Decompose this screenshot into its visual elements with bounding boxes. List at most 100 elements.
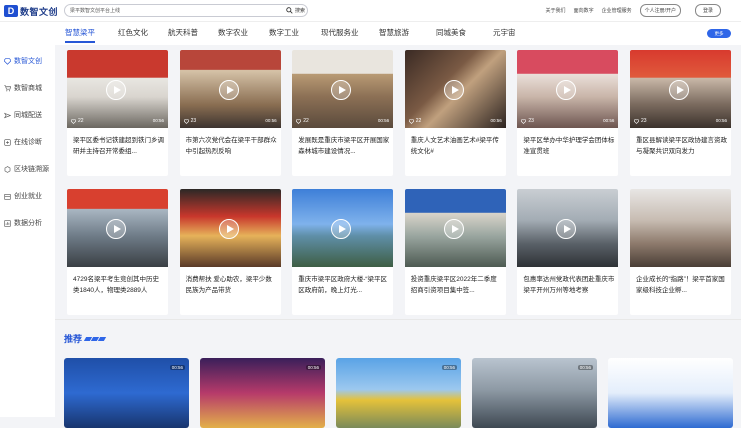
sidebar-item-label: 区块链溯源 [14, 166, 49, 173]
video-card[interactable]: 包惠率达州党政代表团赴重庆市梁平开州万州等地考察 [517, 189, 619, 315]
like-count: 23 [183, 118, 197, 124]
video-duration: 00:56 [715, 118, 727, 123]
video-title: 包惠率达州党政代表团赴重庆市梁平开州万州等地考察 [523, 276, 615, 294]
login-button[interactable]: 登录 [694, 4, 721, 17]
link-digital[interactable]: 面向数字 [574, 7, 594, 14]
video-title: 消费帮扶 爱心助农，梁平少数民族为产品带货 [185, 276, 272, 294]
tab-digital-agriculture[interactable]: 数字农业 [218, 27, 248, 38]
video-grid-row-2: 4729名梁平考生竞创其中历史类1840人，物理类2889人 消费帮扶 爱心助农… [67, 189, 731, 315]
recommend-card[interactable]: 00:56 [64, 358, 189, 428]
recommend-card[interactable]: 00:56 [472, 358, 597, 428]
video-thumbnail [629, 189, 731, 267]
search-button-label: 搜索 [294, 8, 305, 14]
recommend-card[interactable] [608, 358, 733, 428]
stethoscope-icon [4, 138, 11, 146]
link-enterprise[interactable]: 企业管理服务 [602, 7, 632, 14]
sidebar-item-analytics[interactable]: 数据分析 [0, 217, 55, 229]
sidebar-item-employment[interactable]: 创业就业 [0, 190, 55, 202]
video-card[interactable]: 23 00:56 梁平区举办中华护理学会团体标准宣贯班 [517, 50, 619, 176]
tab-red-culture[interactable]: 红色文化 [118, 27, 148, 38]
video-title: 梁平区委书记铁建超到铁门乡调研并主持召开常委组... [73, 137, 164, 155]
like-count: 22 [71, 118, 84, 124]
video-duration: 00:56 [577, 365, 593, 370]
tab-local-food[interactable]: 同城美食 [436, 27, 466, 38]
like-count: 22 [408, 118, 422, 124]
play-icon [443, 219, 464, 239]
sidebar: 数智文创 数智商城 同城配送 在线诊断 区块链溯源 创业就业 数据分析 [0, 22, 55, 417]
top-links: 关于我们 面向数字 企业管理服务 个人注册/开户 登录 [546, 4, 721, 17]
section-divider [55, 319, 741, 320]
gem-icon [4, 57, 11, 65]
like-count: 23 [633, 118, 647, 124]
video-duration: 00:56 [265, 118, 277, 123]
video-duration: 00:56 [305, 365, 321, 370]
search-input[interactable] [70, 5, 280, 16]
play-icon [443, 80, 464, 100]
chart-icon [4, 219, 11, 227]
video-grid-row-1: 22 00:56 梁平区委书记铁建超到铁门乡调研并主持召开常委组... 23 0… [67, 50, 731, 176]
like-count-value: 22 [78, 118, 84, 124]
recommend-heading: 推荐 [64, 332, 107, 345]
video-title: 投资重庆梁平区2022年二季度招商引资项目集中签... [410, 276, 497, 294]
like-count-value: 23 [640, 118, 647, 124]
tab-modern-services[interactable]: 现代服务业 [321, 27, 359, 38]
like-count-value: 23 [190, 118, 197, 124]
play-icon [106, 219, 126, 239]
sidebar-item-label: 在线诊断 [14, 139, 42, 146]
tab-metaverse[interactable]: 元宇宙 [493, 27, 516, 38]
link-about[interactable]: 关于我们 [546, 7, 566, 14]
tab-digital-industry[interactable]: 数字工业 [269, 27, 299, 38]
sidebar-item-label: 创业就业 [14, 193, 42, 200]
top-bar: D 数智文创 搜索 关于我们 面向数字 企业管理服务 个人注册/开户 登录 [0, 0, 741, 22]
heart-icon [71, 118, 76, 124]
sidebar-item-delivery[interactable]: 同城配送 [0, 109, 55, 121]
video-card[interactable]: 投资重庆梁平区2022年二季度招商引资项目集中签... [404, 189, 506, 315]
heart-icon [633, 118, 639, 124]
logo[interactable]: D 数智文创 [4, 4, 58, 18]
play-icon [106, 80, 126, 100]
logo-text: 数智文创 [20, 6, 59, 17]
video-card[interactable]: 23 00:56 市第六次党代会在梁平干部群众中引起热烈反响 [179, 50, 281, 176]
video-card[interactable]: 消费帮扶 爱心助农，梁平少数民族为产品带货 [179, 189, 281, 315]
sidebar-item-label: 数据分析 [14, 220, 42, 227]
register-button[interactable]: 个人注册/开户 [639, 4, 681, 17]
sidebar-item-label: 同城配送 [14, 112, 42, 119]
video-card[interactable]: 重庆市梁平区政府大楼-“梁平区区政府前，晚上灯光... [292, 189, 394, 315]
search-box: 搜索 [64, 4, 308, 17]
heart-icon [296, 118, 302, 124]
sidebar-item-mall[interactable]: 数智商城 [0, 82, 55, 94]
video-title: 4729名梁平考生竞创其中历史类1840人，物理类2889人 [73, 276, 159, 294]
video-title: 梁平区举办中华护理学会团体标准宣贯班 [523, 137, 615, 155]
stripes-icon [83, 336, 107, 341]
play-icon [668, 80, 689, 100]
recommend-card[interactable]: 00:56 [200, 358, 325, 428]
sidebar-item-diagnosis[interactable]: 在线诊断 [0, 136, 55, 148]
search-button[interactable]: 搜索 [286, 5, 305, 16]
like-count-value: 22 [303, 118, 309, 124]
sidebar-item-culture[interactable]: 数智文创 [0, 55, 55, 67]
like-count: 22 [296, 118, 309, 124]
blockchain-icon [4, 165, 11, 173]
tab-smart-liangping[interactable]: 智慧梁平 [65, 27, 95, 43]
video-card[interactable]: 22 00:56 梁平区委书记铁建超到铁门乡调研并主持召开常委组... [67, 50, 168, 176]
video-card[interactable]: 22 00:56 重庆人文艺术油画艺术#梁平传统文化# [404, 50, 506, 176]
like-count-value: 22 [415, 118, 422, 124]
video-card[interactable]: 企业成长的“指路”！梁平首家国家级科技企业孵... [629, 189, 731, 315]
play-icon [218, 80, 239, 100]
recommend-card[interactable]: 00:56 [336, 358, 461, 428]
sidebar-item-label: 数智文创 [14, 58, 42, 65]
video-duration: 00:56 [169, 365, 185, 370]
video-title: 重庆市梁平区政府大楼-“梁平区区政府前，晚上灯光... [298, 276, 388, 294]
video-card[interactable]: 22 00:56 发展既是重庆市梁平区开展国家森林城市建设情况... [292, 50, 394, 176]
play-icon [218, 219, 239, 239]
video-card[interactable]: 4729名梁平考生竞创其中历史类1840人，物理类2889人 [67, 189, 168, 315]
like-count-value: 23 [528, 118, 534, 124]
search-icon [286, 7, 293, 14]
video-card[interactable]: 23 00:56 重区县解读梁平区政协建言资政与凝聚共识双向发力 [629, 50, 731, 176]
video-title: 市第六次党代会在梁平干部群众中引起热烈反响 [185, 137, 277, 155]
more-button[interactable]: 更多 [707, 29, 731, 38]
tab-smart-tourism[interactable]: 智慧旅游 [379, 27, 409, 38]
video-title: 重庆人文艺术油画艺术#梁平传统文化# [410, 137, 499, 155]
sidebar-item-blockchain[interactable]: 区块链溯源 [0, 163, 55, 175]
tab-aerospace[interactable]: 航天科普 [168, 27, 198, 38]
